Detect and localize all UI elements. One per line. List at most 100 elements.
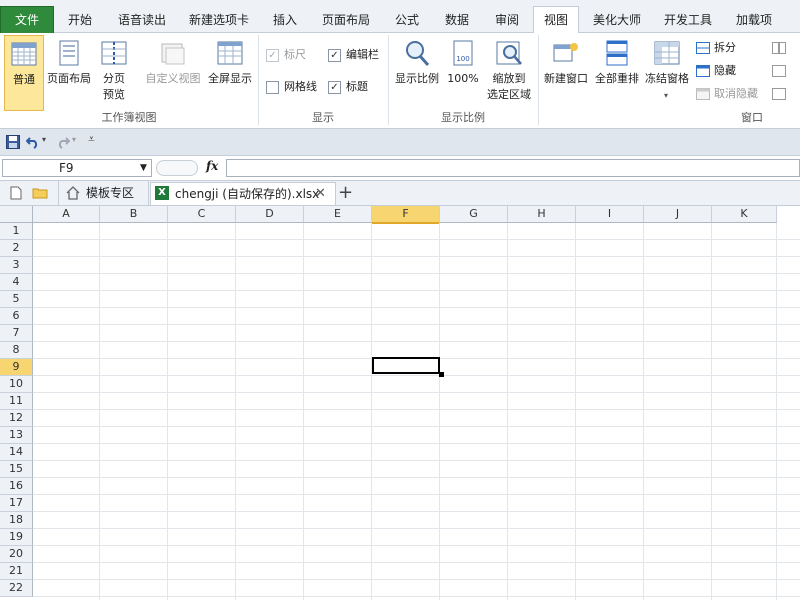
row-header-6[interactable]: 6 [0,308,33,325]
formula-bar-divider-handle[interactable] [156,160,198,176]
undo-dropdown-icon[interactable]: ▾ [42,135,46,144]
row-header-10[interactable]: 10 [0,376,33,393]
ruler-checkbox[interactable]: ✓ 标尺 [266,47,326,63]
new-document-icon[interactable] [10,186,22,200]
gridline-vertical [776,223,777,600]
customize-toolbar-icon[interactable]: ⩡ [88,132,95,147]
tab-formula[interactable]: 公式 [386,9,428,31]
name-box-dropdown-icon[interactable]: ▼ [140,160,147,176]
column-header-a[interactable]: A [33,206,100,223]
column-header-i[interactable]: I [576,206,644,223]
row-header-13[interactable]: 13 [0,427,33,444]
tab-file[interactable]: 文件 [0,6,54,34]
new-tab-icon[interactable]: + [338,181,353,205]
row-header-15[interactable]: 15 [0,461,33,478]
row-header-5[interactable]: 5 [0,291,33,308]
select-all-corner[interactable] [0,206,33,223]
custom-views-button[interactable]: 自定义视图 [142,35,204,109]
headings-checkbox[interactable]: ✓ 标题 [328,79,388,95]
column-header-f[interactable]: F [372,206,440,224]
redo-dropdown-icon[interactable]: ▾ [72,135,76,144]
gridline-vertical [303,223,304,600]
row-header-22[interactable]: 22 [0,580,33,597]
gridline-horizontal [33,426,800,427]
row-header-9[interactable]: 9 [0,359,33,376]
tab-view[interactable]: 视图 [533,6,579,34]
freeze-panes-button[interactable]: 冻结窗格 ▾ [642,35,692,109]
zoom-button[interactable]: 显示比例 [392,35,442,109]
freeze-panes-icon [654,41,680,65]
column-header-j[interactable]: J [644,206,712,223]
row-header-18[interactable]: 18 [0,512,33,529]
new-window-button[interactable]: 新建窗口 [540,35,592,109]
page-layout-view-button[interactable]: 页面布局 [44,35,94,109]
row-header-4[interactable]: 4 [0,274,33,291]
row-header-14[interactable]: 14 [0,444,33,461]
row-header-1[interactable]: 1 [0,223,33,240]
row-header-19[interactable]: 19 [0,529,33,546]
insert-function-icon[interactable]: fx [206,159,218,173]
column-header-e[interactable]: E [304,206,372,223]
zoom-to-selection-button[interactable]: 缩放到 选定区域 [484,35,534,109]
tab-voice[interactable]: 语音读出 [112,9,172,31]
tab-dev[interactable]: 开发工具 [658,9,718,31]
gridlines-checkbox[interactable]: 网格线 [266,79,326,95]
tab-page-layout[interactable]: 页面布局 [316,9,376,31]
save-icon[interactable] [6,135,20,149]
column-header-k[interactable]: K [712,206,777,223]
row-header-12[interactable]: 12 [0,410,33,427]
row-header-8[interactable]: 8 [0,342,33,359]
excel-file-icon: X [155,186,169,200]
checkbox-empty-icon [266,81,279,94]
row-header-7[interactable]: 7 [0,325,33,342]
formula-bar: F9 ▼ fx [0,156,800,181]
spreadsheet-grid[interactable]: ABCDEFGHIJK 1 2 3 4 5 6 7 8 9 10 11 12 13 14 15 16 17 18 1… [0,206,800,600]
column-header-h[interactable]: H [508,206,576,223]
tab-addins[interactable]: 加载项 [728,9,780,31]
row-header-21[interactable]: 21 [0,563,33,580]
normal-view-button[interactable]: 普通 [4,35,44,111]
column-header-g[interactable]: G [440,206,508,223]
zoom-group-label: 显示比例 [441,111,485,124]
close-tab-icon[interactable]: ✕ [315,184,326,204]
column-header-c[interactable]: C [168,206,236,223]
formula-bar-checkbox[interactable]: ✓ 编辑栏 [328,47,388,63]
arrange-all-button[interactable]: 全部重排 [592,35,642,109]
tab-beauty[interactable]: 美化大师 [586,9,648,31]
zoom-100-button[interactable]: 100 100% [444,35,482,109]
doc-tab-chengji[interactable]: X chengji (自动保存的).xlsx ✕ [150,182,336,205]
fill-handle[interactable] [439,372,444,377]
hide-button[interactable]: 隐藏 [696,62,756,80]
tab-review[interactable]: 审阅 [486,9,528,31]
split-button[interactable]: 拆分 [696,39,756,57]
unhide-button[interactable]: 取消隐藏 [696,85,766,103]
formula-input[interactable] [226,159,800,177]
tab-home[interactable]: 开始 [56,9,104,31]
tab-insert[interactable]: 插入 [264,9,306,31]
document-tab-bar: 模板专区 X chengji (自动保存的).xlsx ✕ + [0,181,800,206]
row-header-20[interactable]: 20 [0,546,33,563]
group-divider [538,35,539,125]
row-header-2[interactable]: 2 [0,240,33,257]
active-cell-selection[interactable] [372,357,440,374]
tab-divider [58,181,59,205]
column-header-b[interactable]: B [100,206,168,223]
tab-divider [148,181,149,205]
gridline-horizontal [33,494,800,495]
row-header-16[interactable]: 16 [0,478,33,495]
page-break-preview-button[interactable]: 分页 预览 [96,35,132,109]
full-screen-button[interactable]: 全屏显示 [204,35,256,109]
row-header-3[interactable]: 3 [0,257,33,274]
check-icon: ✓ [266,49,279,62]
redo-icon[interactable] [56,135,70,149]
row-header-11[interactable]: 11 [0,393,33,410]
tab-data[interactable]: 数据 [436,9,478,31]
row-header-17[interactable]: 17 [0,495,33,512]
column-header-d[interactable]: D [236,206,304,223]
open-folder-icon[interactable] [32,187,48,199]
doc-tab-templates[interactable]: 模板专区 [66,183,142,203]
name-box[interactable]: F9 ▼ [2,159,152,177]
tab-new[interactable]: 新建选项卡 [182,9,256,31]
undo-icon[interactable] [26,135,40,149]
page-100-icon: 100 [453,40,473,66]
